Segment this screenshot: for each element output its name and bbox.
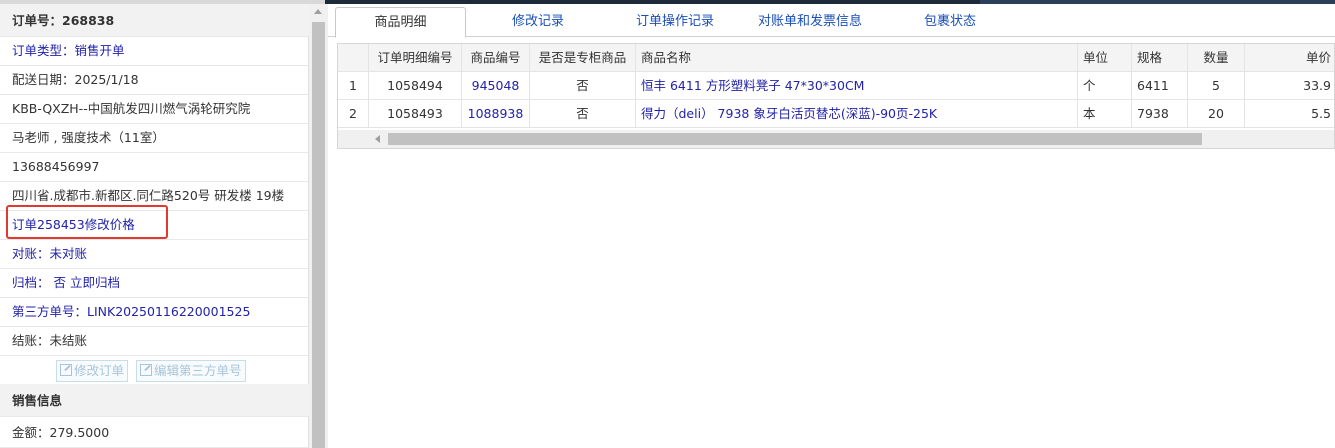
spec-cell: 6411 [1132,72,1188,100]
product-id-link[interactable]: 1088938 [462,100,530,128]
column-header-unit[interactable]: 单位 [1078,44,1132,72]
left-panel-scrollbar[interactable] [309,4,328,448]
product-name-link[interactable]: 得力（deli） 7938 象牙白活页替芯(深蓝)-90页-25K [636,100,1078,128]
contact-person: 马老师 , 强度技术（11室） [0,124,309,153]
reconcile-status[interactable]: 对账：未对账 [0,240,309,269]
unit-price-cell: 33.9 [1245,72,1334,100]
edit-order-button[interactable]: 修改订单 [56,360,129,382]
scrollbar-thumb[interactable] [312,22,325,448]
sales-amount: 金额：279.5000 [0,417,309,448]
detail-id-cell: 1058493 [369,100,462,128]
action-buttons: 修改订单 编辑第三方单号 [0,354,309,388]
unit-cell: 本 [1078,100,1132,128]
archive-status[interactable]: 归档： 否 立即归档 [0,269,309,298]
tab-order-operation-records[interactable]: 订单操作记录 [615,7,735,38]
order-number-title: 订单号：268838 [0,4,309,37]
tab-modify-records[interactable]: 修改记录 [483,7,593,38]
delivery-date: 配送日期：2025/1/18 [0,66,309,95]
column-header-detail-id[interactable]: 订单明细编号 [369,44,462,72]
tab-package-status[interactable]: 包裹状态 [895,7,1005,38]
column-header-product-name[interactable]: 商品名称 [636,44,1078,72]
detail-area: 商品明细 修改记录 订单操作记录 对账单和发票信息 包裹状态 订单明细编号 商品… [328,4,1335,448]
highlight-box [6,205,168,239]
quantity-cell: 5 [1188,72,1245,100]
column-header-counter-product[interactable]: 是否是专柜商品 [530,44,636,72]
order-type: 订单类型：销售开单 [0,37,309,66]
column-header-index [338,44,369,72]
sales-info-header: 销售信息 [0,384,309,417]
counter-product-cell: 否 [530,72,636,100]
product-id-link[interactable]: 945048 [462,72,530,100]
spec-cell: 7938 [1132,100,1188,128]
product-details-table: 订单明细编号 商品编号 是否是专柜商品 商品名称 单位 规格 数量 单价 1 1… [337,43,1335,149]
edit-icon [140,364,152,376]
column-header-unit-price[interactable]: 单价 [1245,44,1334,72]
scroll-up-arrow-icon[interactable] [314,9,322,14]
column-header-product-id[interactable]: 商品编号 [462,44,530,72]
table-horizontal-scrollbar[interactable] [338,130,1334,148]
settlement-status: 结账：未结账 [0,327,309,356]
row-number: 1 [338,72,369,100]
quantity-cell: 20 [1188,100,1245,128]
customer-name: KBB-QXZH--中国航发四川燃气涡轮研究院 [0,95,309,124]
unit-price-cell: 5.5 [1245,100,1334,128]
contact-phone: 13688456997 [0,153,309,182]
horizontal-scrollbar-thumb[interactable] [388,133,1202,145]
row-number: 2 [338,100,369,128]
column-header-quantity[interactable]: 数量 [1188,44,1245,72]
scroll-left-arrow-icon[interactable] [375,135,380,143]
unit-cell: 个 [1078,72,1132,100]
edit-icon [60,364,72,376]
counter-product-cell: 否 [530,100,636,128]
product-name-link[interactable]: 恒丰 6411 方形塑料凳子 47*30*30CM [636,72,1078,100]
detail-id-cell: 1058494 [369,72,462,100]
column-header-spec[interactable]: 规格 [1132,44,1188,72]
tab-bar: 商品明细 修改记录 订单操作记录 对账单和发票信息 包裹状态 [328,4,1335,38]
third-party-number: 第三方单号：LINK20250116220001525 [0,298,309,327]
tab-statement-invoice[interactable]: 对账单和发票信息 [735,7,885,38]
edit-third-party-button[interactable]: 编辑第三方单号 [136,360,246,382]
tab-product-details[interactable]: 商品明细 [335,7,466,38]
order-info-panel: 订单号：268838 订单类型：销售开单 配送日期：2025/1/18 KBB-… [0,4,309,448]
